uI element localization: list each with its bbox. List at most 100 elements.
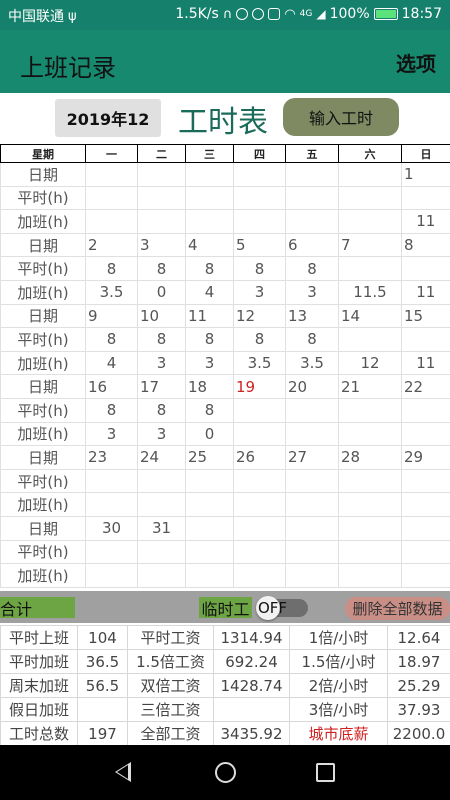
calendar-cell[interactable]: 8 <box>233 327 286 352</box>
calendar-cell[interactable]: 7 <box>338 232 402 258</box>
calendar-cell[interactable] <box>401 421 450 447</box>
calendar-cell[interactable]: 3 <box>285 279 339 305</box>
calendar-cell[interactable] <box>401 256 450 281</box>
calendar-cell[interactable] <box>85 563 138 588</box>
calendar-cell[interactable] <box>185 515 234 541</box>
calendar-cell[interactable] <box>285 515 339 541</box>
calendar-cell[interactable] <box>338 563 402 588</box>
calendar-cell[interactable] <box>338 162 402 187</box>
calendar-cell[interactable]: 11 <box>185 303 234 329</box>
calendar-cell[interactable]: 12 <box>233 303 286 329</box>
calendar-cell[interactable]: 24 <box>137 445 186 470</box>
input-hours-button[interactable]: 输入工时 <box>283 98 399 136</box>
calendar-cell[interactable]: 11 <box>401 209 450 234</box>
calendar-cell[interactable] <box>285 563 339 588</box>
calendar-cell[interactable]: 15 <box>401 303 450 329</box>
calendar-cell[interactable] <box>285 539 339 565</box>
calendar-cell[interactable]: 8 <box>85 397 138 423</box>
calendar-cell[interactable]: 4 <box>85 350 138 376</box>
calendar-cell[interactable]: 10 <box>137 303 186 329</box>
calendar-cell[interactable]: 3 <box>185 350 234 376</box>
calendar-cell[interactable] <box>338 468 402 494</box>
calendar-cell[interactable] <box>137 209 186 234</box>
calendar-cell[interactable] <box>233 397 286 423</box>
calendar-cell[interactable] <box>185 492 234 517</box>
calendar-cell[interactable]: 11 <box>401 279 450 305</box>
calendar-cell[interactable]: 1 <box>401 162 450 187</box>
calendar-cell[interactable]: 31 <box>137 515 186 541</box>
calendar-cell[interactable]: 0 <box>185 421 234 447</box>
calendar-cell[interactable]: 26 <box>233 445 286 470</box>
calendar-cell[interactable]: 4 <box>185 232 234 258</box>
calendar-cell[interactable] <box>137 468 186 494</box>
calendar-cell[interactable] <box>85 209 138 234</box>
calendar-cell[interactable]: 22 <box>401 374 450 399</box>
calendar-cell[interactable]: 8 <box>285 327 339 352</box>
calendar-cell[interactable]: 30 <box>85 515 138 541</box>
calendar-cell[interactable]: 3 <box>85 421 138 447</box>
calendar-cell[interactable]: 4 <box>185 279 234 305</box>
calendar-cell[interactable]: 3 <box>137 232 186 258</box>
calendar-cell[interactable] <box>285 185 339 211</box>
calendar-cell[interactable]: 11 <box>401 350 450 376</box>
calendar-cell[interactable] <box>285 397 339 423</box>
calendar-cell[interactable] <box>401 563 450 588</box>
calendar-cell[interactable] <box>233 539 286 565</box>
calendar-cell[interactable] <box>233 209 286 234</box>
calendar-cell[interactable]: 8 <box>85 327 138 352</box>
calendar-cell[interactable]: 18 <box>185 374 234 399</box>
calendar-cell[interactable]: 0 <box>137 279 186 305</box>
calendar-cell[interactable]: 8 <box>185 327 234 352</box>
calendar-cell[interactable] <box>338 397 402 423</box>
calendar-cell[interactable] <box>401 515 450 541</box>
calendar-cell[interactable] <box>137 162 186 187</box>
calendar-cell[interactable]: 3.5 <box>285 350 339 376</box>
calendar-cell[interactable] <box>338 515 402 541</box>
calendar-cell[interactable] <box>85 492 138 517</box>
calendar-cell[interactable]: 23 <box>85 445 138 470</box>
calendar-cell[interactable] <box>233 492 286 517</box>
calendar-cell[interactable]: 8 <box>185 256 234 281</box>
calendar-cell[interactable] <box>338 209 402 234</box>
calendar-cell[interactable]: 3 <box>137 350 186 376</box>
recent-apps-icon[interactable] <box>316 763 335 782</box>
calendar-cell[interactable]: 8 <box>137 256 186 281</box>
calendar-cell[interactable] <box>233 162 286 187</box>
calendar-cell[interactable] <box>285 468 339 494</box>
calendar-cell[interactable] <box>338 256 402 281</box>
calendar-cell[interactable]: 8 <box>233 256 286 281</box>
calendar-cell[interactable]: 2 <box>85 232 138 258</box>
calendar-cell[interactable] <box>401 468 450 494</box>
calendar-cell[interactable] <box>137 539 186 565</box>
calendar-cell[interactable] <box>233 185 286 211</box>
calendar-cell[interactable]: 27 <box>285 445 339 470</box>
calendar-cell[interactable] <box>233 515 286 541</box>
month-selector-button[interactable]: 2019年12 <box>55 99 161 137</box>
calendar-cell[interactable] <box>137 563 186 588</box>
calendar-cell[interactable] <box>285 492 339 517</box>
calendar-cell[interactable] <box>85 539 138 565</box>
calendar-cell[interactable]: 17 <box>137 374 186 399</box>
calendar-cell[interactable] <box>401 327 450 352</box>
temp-worker-toggle[interactable]: OFF <box>256 596 308 620</box>
calendar-cell[interactable] <box>338 185 402 211</box>
calendar-cell[interactable]: 25 <box>185 445 234 470</box>
calendar-cell[interactable] <box>338 327 402 352</box>
calendar-cell[interactable]: 3 <box>137 421 186 447</box>
calendar-cell[interactable]: 29 <box>401 445 450 470</box>
calendar-cell[interactable]: 21 <box>338 374 402 399</box>
calendar-cell[interactable]: 14 <box>338 303 402 329</box>
options-menu-button[interactable]: 选项 <box>396 48 436 77</box>
calendar-cell[interactable]: 16 <box>85 374 138 399</box>
calendar-cell[interactable] <box>401 185 450 211</box>
back-icon[interactable] <box>115 762 131 782</box>
calendar-cell[interactable]: 28 <box>338 445 402 470</box>
calendar-cell[interactable] <box>185 468 234 494</box>
calendar-cell[interactable] <box>401 492 450 517</box>
calendar-cell[interactable]: 9 <box>85 303 138 329</box>
calendar-cell[interactable] <box>233 563 286 588</box>
calendar-cell[interactable]: 8 <box>85 256 138 281</box>
calendar-cell[interactable] <box>338 539 402 565</box>
calendar-cell[interactable] <box>85 162 138 187</box>
calendar-cell[interactable]: 11.5 <box>338 279 402 305</box>
